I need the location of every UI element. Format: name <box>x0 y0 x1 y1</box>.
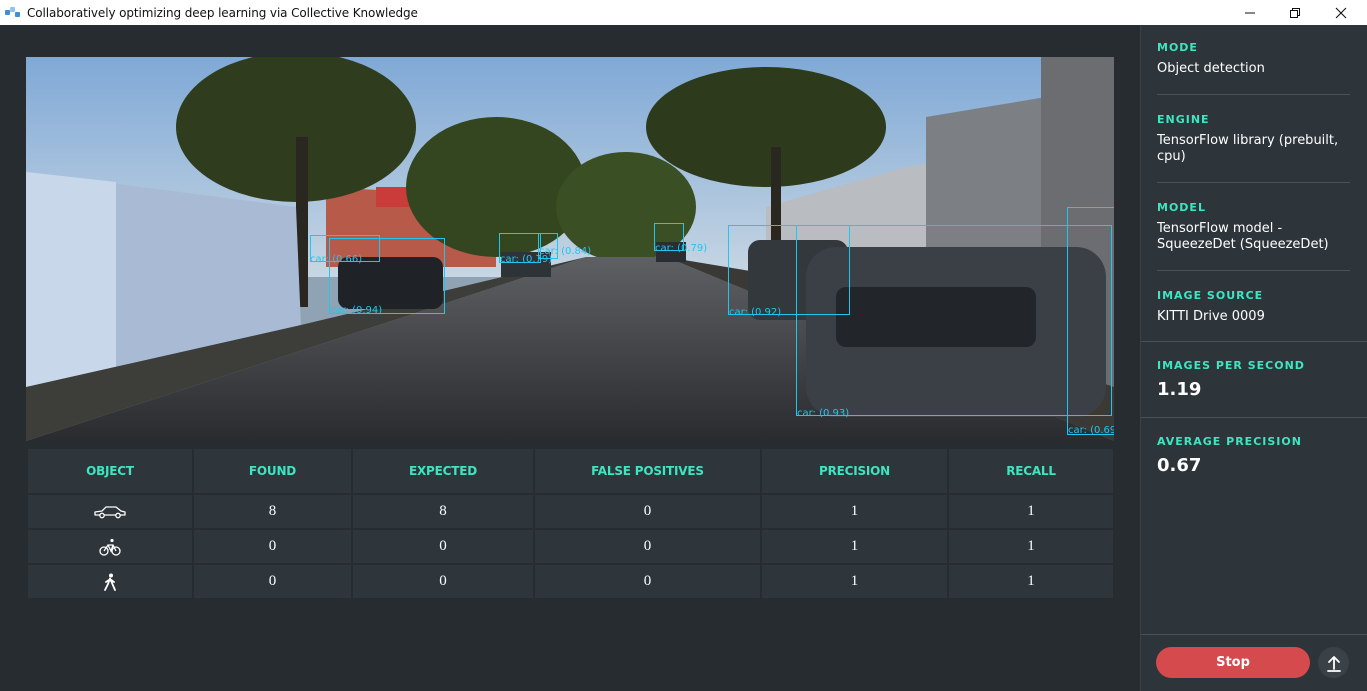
found-cell: 8 <box>194 495 351 528</box>
restore-icon <box>1290 7 1300 18</box>
mode-value: Object detection <box>1157 61 1265 76</box>
engine-value: TensorFlow library (prebuilt, cpu) <box>1157 133 1339 164</box>
object-cell <box>28 530 192 563</box>
window-titlebar: Collaboratively optimizing deep learning… <box>0 0 1367 25</box>
header-false-positives: FALSE POSITIVES <box>535 449 760 493</box>
divider <box>1141 341 1367 342</box>
table-row: 0 0 0 1 1 <box>28 530 1113 563</box>
precision-cell: 1 <box>762 565 947 598</box>
detection-box <box>329 238 445 314</box>
model-value: TensorFlow model - SqueezeDet (SqueezeDe… <box>1157 221 1329 252</box>
object-cell <box>28 495 192 528</box>
bicycle-icon <box>99 538 121 556</box>
model-label: MODEL <box>1157 201 1206 214</box>
object-cell <box>28 565 192 598</box>
precision-cell: 1 <box>762 530 947 563</box>
pedestrian-icon <box>104 573 116 591</box>
false-positives-cell: 0 <box>535 495 760 528</box>
expected-cell: 0 <box>353 565 533 598</box>
divider <box>1141 417 1367 418</box>
average-precision-section: AVERAGE PRECISION 0.67 <box>1157 435 1350 493</box>
detection-label: car: (0.79) <box>655 243 708 254</box>
close-icon <box>1335 7 1347 18</box>
camera-frame: car: (0.66) car: (0.94) car: (0.79) car:… <box>26 57 1114 441</box>
detection-label: car: (0.94) <box>330 305 383 316</box>
arrow-up-icon <box>1326 655 1341 672</box>
expected-cell: 8 <box>353 495 533 528</box>
header-precision: PRECISION <box>762 449 947 493</box>
app-icon <box>5 6 21 19</box>
found-cell: 0 <box>194 530 351 563</box>
table-row: 0 0 0 1 1 <box>28 565 1113 598</box>
stop-button[interactable]: Stop <box>1156 647 1310 678</box>
recall-cell: 1 <box>949 495 1113 528</box>
image-source-label: IMAGE SOURCE <box>1157 289 1264 302</box>
mode-label: MODE <box>1157 41 1198 54</box>
precision-cell: 1 <box>762 495 947 528</box>
detection-label: car: (0.84) <box>539 246 592 257</box>
average-precision-label: AVERAGE PRECISION <box>1157 435 1302 448</box>
detection-box <box>1067 207 1114 435</box>
expected-cell: 0 <box>353 530 533 563</box>
divider <box>1141 634 1367 635</box>
images-per-second-value: 1.19 <box>1157 379 1202 400</box>
main-area: car: (0.66) car: (0.94) car: (0.79) car:… <box>0 25 1140 691</box>
header-found: FOUND <box>194 449 351 493</box>
minimize-button[interactable] <box>1227 0 1273 25</box>
images-per-second-label: IMAGES PER SECOND <box>1157 359 1305 372</box>
engine-label: ENGINE <box>1157 113 1210 126</box>
table-row: 8 8 0 1 1 <box>28 495 1113 528</box>
recall-cell: 1 <box>949 565 1113 598</box>
table-header-row: OBJECT FOUND EXPECTED FALSE POSITIVES PR… <box>28 449 1113 493</box>
detection-label: car: (0.69 <box>1068 425 1114 436</box>
info-sidebar: MODE Object detection ENGINE TensorFlow … <box>1140 25 1367 691</box>
recall-cell: 1 <box>949 530 1113 563</box>
image-source-section: IMAGE SOURCE KITTI Drive 0009 <box>1157 289 1350 343</box>
header-recall: RECALL <box>949 449 1113 493</box>
header-object: OBJECT <box>28 449 192 493</box>
false-positives-cell: 0 <box>535 530 760 563</box>
detection-box <box>796 225 1112 416</box>
results-table: OBJECT FOUND EXPECTED FALSE POSITIVES PR… <box>26 447 1115 600</box>
false-positives-cell: 0 <box>535 565 760 598</box>
minimize-icon <box>1245 12 1255 13</box>
window-title: Collaboratively optimizing deep learning… <box>27 5 418 20</box>
model-section: MODEL TensorFlow model - SqueezeDet (Squ… <box>1157 201 1350 271</box>
car-icon <box>94 505 126 518</box>
upload-button[interactable] <box>1318 647 1349 678</box>
found-cell: 0 <box>194 565 351 598</box>
detection-label: car: (0.93) <box>797 408 850 419</box>
images-per-second-section: IMAGES PER SECOND 1.19 <box>1157 359 1350 417</box>
header-expected: EXPECTED <box>353 449 533 493</box>
image-source-value: KITTI Drive 0009 <box>1157 309 1265 324</box>
mode-section: MODE Object detection <box>1157 41 1350 95</box>
detection-label: car: (0.92) <box>729 307 782 318</box>
engine-section: ENGINE TensorFlow library (prebuilt, cpu… <box>1157 113 1350 183</box>
restore-button[interactable] <box>1272 0 1318 25</box>
close-button[interactable] <box>1318 0 1364 25</box>
average-precision-value: 0.67 <box>1157 455 1202 476</box>
